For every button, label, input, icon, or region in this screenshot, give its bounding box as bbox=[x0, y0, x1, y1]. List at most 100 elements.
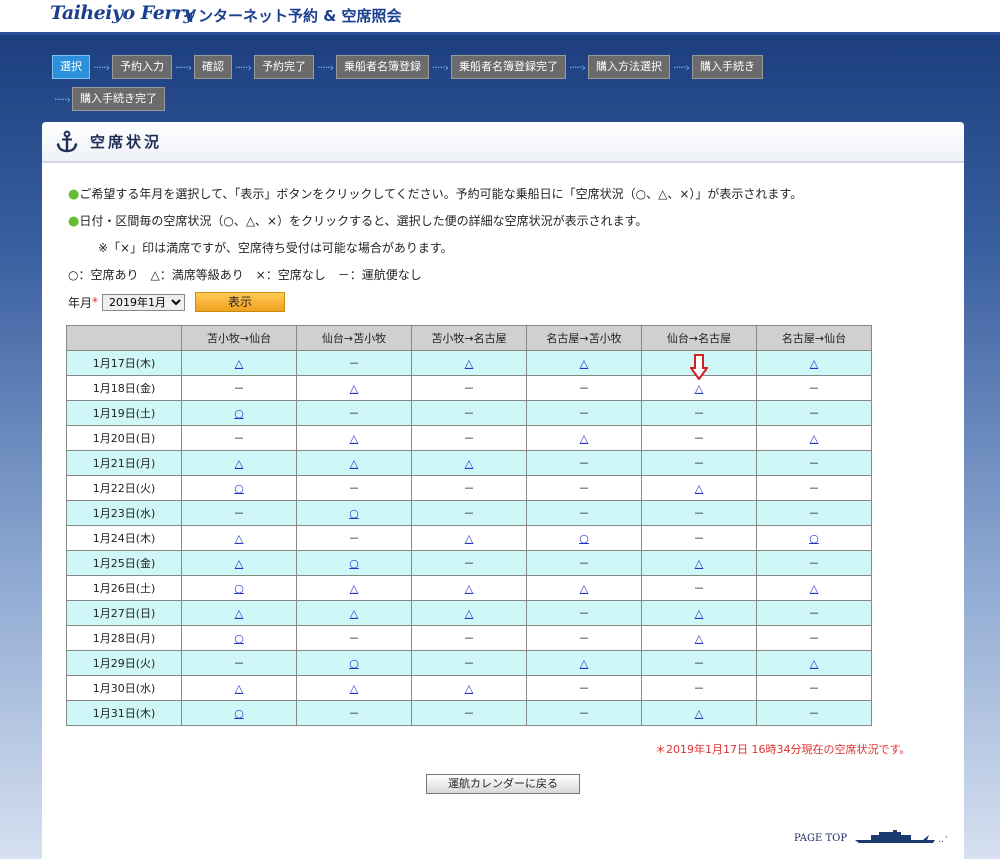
availability-cell: ○ bbox=[526, 525, 642, 551]
taiheiyo-ferry-logo[interactable]: Taiheiyo Ferry bbox=[50, 2, 194, 24]
step-purchase-method: 購入方法選択 bbox=[588, 55, 670, 79]
availability-link[interactable]: ○ bbox=[234, 632, 244, 645]
availability-link[interactable]: △ bbox=[235, 557, 243, 570]
availability-link[interactable]: △ bbox=[350, 682, 358, 695]
availability-link[interactable]: △ bbox=[350, 457, 358, 470]
availability-link[interactable]: △ bbox=[580, 357, 588, 370]
instruction-note-text: 日付・区間毎の空席状況（○、△、×）をクリックすると、選択した便の詳細な空席状況… bbox=[79, 214, 648, 228]
table-row: 1月26日(土) ○ △ △ △ － △ bbox=[66, 575, 872, 601]
availability-link[interactable]: △ bbox=[465, 357, 473, 370]
availability-cell: － bbox=[296, 475, 412, 501]
no-service-mark: － bbox=[693, 457, 705, 470]
availability-link[interactable]: △ bbox=[465, 682, 473, 695]
month-select[interactable]: 2019年1月 bbox=[102, 293, 186, 311]
availability-cell: － bbox=[756, 450, 872, 476]
availability-link[interactable]: △ bbox=[695, 707, 703, 720]
availability-link[interactable]: △ bbox=[350, 582, 358, 595]
back-to-calendar-button[interactable]: 運航カレンダーに戻る bbox=[426, 774, 580, 794]
availability-link[interactable]: △ bbox=[235, 457, 243, 470]
no-service-mark: － bbox=[463, 707, 475, 720]
bullet-icon: ● bbox=[68, 214, 80, 229]
site-header: Taiheiyo Ferry インターネット予約 & 空席照会 bbox=[0, 0, 1000, 35]
availability-link[interactable]: △ bbox=[810, 357, 818, 370]
availability-link[interactable]: ○ bbox=[579, 532, 589, 545]
step-arrow-icon: ·····› bbox=[673, 60, 690, 74]
availability-cell: △ bbox=[641, 600, 757, 626]
availability-link[interactable]: △ bbox=[695, 632, 703, 645]
availability-link[interactable]: ○ bbox=[234, 482, 244, 495]
availability-link[interactable]: ○ bbox=[349, 657, 359, 670]
availability-link[interactable]: △ bbox=[465, 532, 473, 545]
availability-cell: △ bbox=[296, 675, 412, 701]
page-top-link[interactable]: PAGE TOP ..↑ bbox=[794, 829, 951, 848]
availability-link[interactable]: △ bbox=[810, 657, 818, 670]
availability-link[interactable]: ○ bbox=[234, 582, 244, 595]
availability-link[interactable]: △ bbox=[465, 607, 473, 620]
availability-link[interactable]: ○ bbox=[349, 507, 359, 520]
availability-link[interactable]: △ bbox=[350, 432, 358, 445]
availability-link[interactable]: △ bbox=[580, 582, 588, 595]
availability-link[interactable]: △ bbox=[235, 532, 243, 545]
step-reservation-input: 予約入力 bbox=[112, 55, 172, 79]
availability-cell: △ bbox=[181, 350, 297, 376]
table-body: 1月17日(木) △ － △ △ △ △ 1月18日(金) － △ － － △ － 1月19日(土) ○ － － －… bbox=[66, 350, 872, 726]
show-button[interactable]: 表示 bbox=[195, 292, 286, 312]
table-row: 1月18日(金) － △ － － △ － bbox=[66, 375, 872, 401]
column-header: 名古屋→苫小牧 bbox=[526, 325, 642, 351]
availability-cell: － bbox=[296, 625, 412, 651]
availability-cell: － bbox=[756, 400, 872, 426]
availability-link[interactable]: △ bbox=[695, 482, 703, 495]
availability-link[interactable]: ○ bbox=[349, 557, 359, 570]
availability-link[interactable]: △ bbox=[580, 657, 588, 670]
availability-link[interactable]: △ bbox=[810, 432, 818, 445]
step-arrow-icon: ·····› bbox=[235, 60, 252, 74]
availability-cell: △ bbox=[526, 425, 642, 451]
date-cell: 1月30日(水) bbox=[66, 675, 182, 701]
availability-cell: － bbox=[641, 650, 757, 676]
date-cell: 1月19日(土) bbox=[66, 400, 182, 426]
no-service-mark: － bbox=[463, 432, 475, 445]
date-cell: 1月20日(日) bbox=[66, 425, 182, 451]
no-service-mark: － bbox=[233, 507, 245, 520]
no-service-mark: － bbox=[463, 407, 475, 420]
availability-cell: － bbox=[411, 625, 527, 651]
availability-link[interactable]: △ bbox=[350, 607, 358, 620]
availability-cell: △ bbox=[526, 650, 642, 676]
availability-link[interactable]: △ bbox=[810, 582, 818, 595]
availability-link[interactable]: △ bbox=[235, 357, 243, 370]
availability-cell: △ bbox=[641, 550, 757, 576]
availability-cell: △ bbox=[411, 575, 527, 601]
availability-link[interactable]: △ bbox=[465, 582, 473, 595]
availability-cell: － bbox=[756, 375, 872, 401]
availability-cell: － bbox=[411, 425, 527, 451]
no-service-mark: － bbox=[348, 482, 360, 495]
availability-link[interactable]: △ bbox=[580, 432, 588, 445]
availability-cell: － bbox=[526, 475, 642, 501]
availability-panel: 空席状況 ●ご希望する年月を選択して、「表示」ボタンをクリックしてください。予約… bbox=[42, 122, 964, 859]
no-service-mark: － bbox=[808, 607, 820, 620]
table-row: 1月25日(金) △ ○ － － △ － bbox=[66, 550, 872, 576]
availability-link[interactable]: △ bbox=[695, 382, 703, 395]
availability-link[interactable]: △ bbox=[465, 457, 473, 470]
availability-link[interactable]: ○ bbox=[234, 707, 244, 720]
no-service-mark: － bbox=[693, 407, 705, 420]
availability-link[interactable]: △ bbox=[695, 557, 703, 570]
availability-link[interactable]: △ bbox=[695, 607, 703, 620]
availability-cell: － bbox=[641, 525, 757, 551]
no-service-mark: － bbox=[808, 707, 820, 720]
availability-link[interactable]: ○ bbox=[809, 532, 819, 545]
availability-link[interactable]: △ bbox=[235, 607, 243, 620]
availability-cell: ○ bbox=[756, 525, 872, 551]
availability-cell: － bbox=[296, 350, 412, 376]
availability-link[interactable]: △ bbox=[350, 382, 358, 395]
availability-cell: △ bbox=[181, 525, 297, 551]
availability-cell: － bbox=[411, 375, 527, 401]
column-header: 苫小牧→名古屋 bbox=[411, 325, 527, 351]
availability-link[interactable]: ○ bbox=[234, 407, 244, 420]
availability-cell: △ bbox=[526, 575, 642, 601]
panel-title: 空席状況 bbox=[90, 133, 163, 151]
month-label: 年月 bbox=[68, 295, 93, 310]
availability-cell: △ bbox=[181, 675, 297, 701]
availability-cell: － bbox=[526, 450, 642, 476]
availability-link[interactable]: △ bbox=[235, 682, 243, 695]
